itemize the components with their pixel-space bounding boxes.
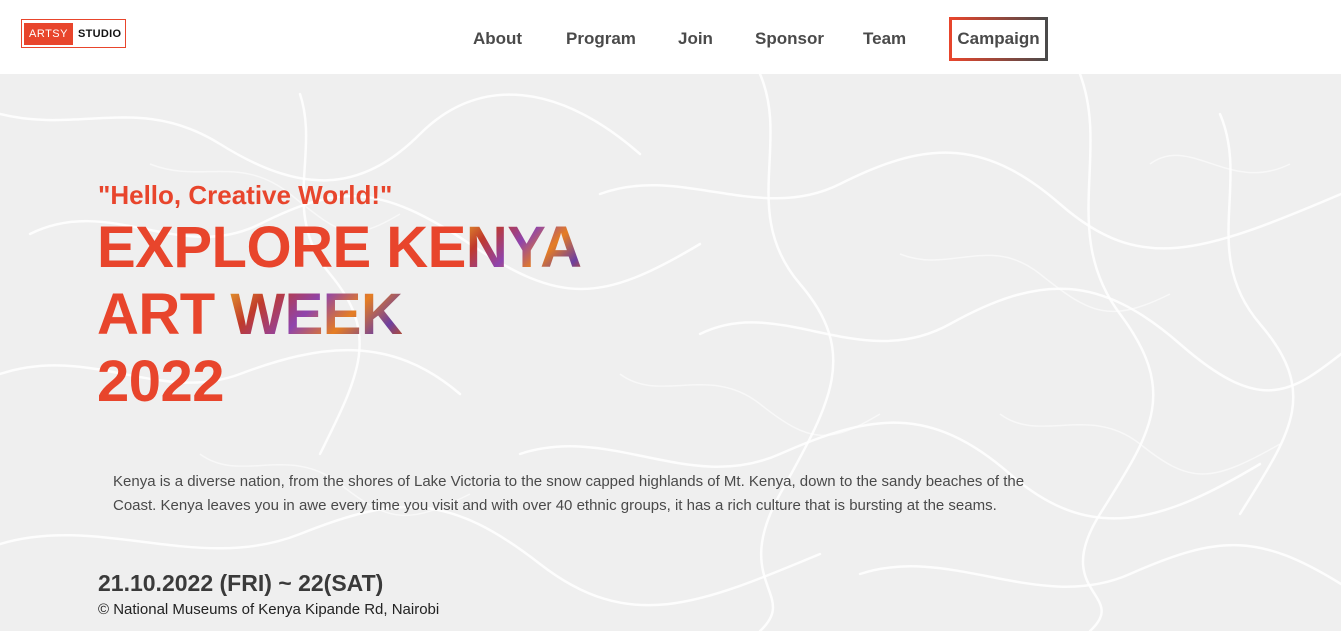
headline-line-1-part-b: NYA: [465, 215, 582, 280]
logo-artsy-text: ARTSY: [24, 22, 73, 45]
event-venue: © National Museums of Kenya Kipande Rd, …: [98, 601, 440, 618]
event-dates: 21.10.2022 (FRI) ~ 22(SAT): [98, 570, 384, 596]
nav-join[interactable]: Join: [678, 28, 713, 50]
hero-section: "Hello, Creative World!" EXPLORE KENYA A…: [0, 74, 1341, 631]
nav-team[interactable]: Team: [863, 28, 906, 50]
logo-studio-text: STUDIO: [77, 27, 122, 40]
hero-headline: EXPLORE KENYA ART WEEK 2022: [97, 214, 582, 415]
hero-description: Kenya is a diverse nation, from the shor…: [113, 473, 1025, 514]
artsy-studio-logo[interactable]: ARTSY STUDIO: [21, 19, 127, 48]
campaign-button[interactable]: Campaign: [949, 17, 1048, 61]
nav-program[interactable]: Program: [566, 28, 636, 50]
headline-line-2-part-a: ART: [97, 282, 231, 347]
nav-sponsor[interactable]: Sponsor: [755, 28, 824, 50]
headline-line-2: ART WEEK: [97, 281, 582, 348]
headline-line-1: EXPLORE KENYA: [97, 214, 582, 281]
nav-about[interactable]: About: [473, 28, 522, 50]
headline-line-1-part-a: EXPLORE KE: [97, 215, 466, 280]
site-header: ARTSY STUDIO About Program Join Sponsor …: [0, 0, 1341, 74]
headline-line-2-part-b: WEEK: [230, 282, 403, 347]
hero-tagline: "Hello, Creative World!": [98, 180, 393, 210]
headline-line-3: 2022: [97, 349, 225, 414]
